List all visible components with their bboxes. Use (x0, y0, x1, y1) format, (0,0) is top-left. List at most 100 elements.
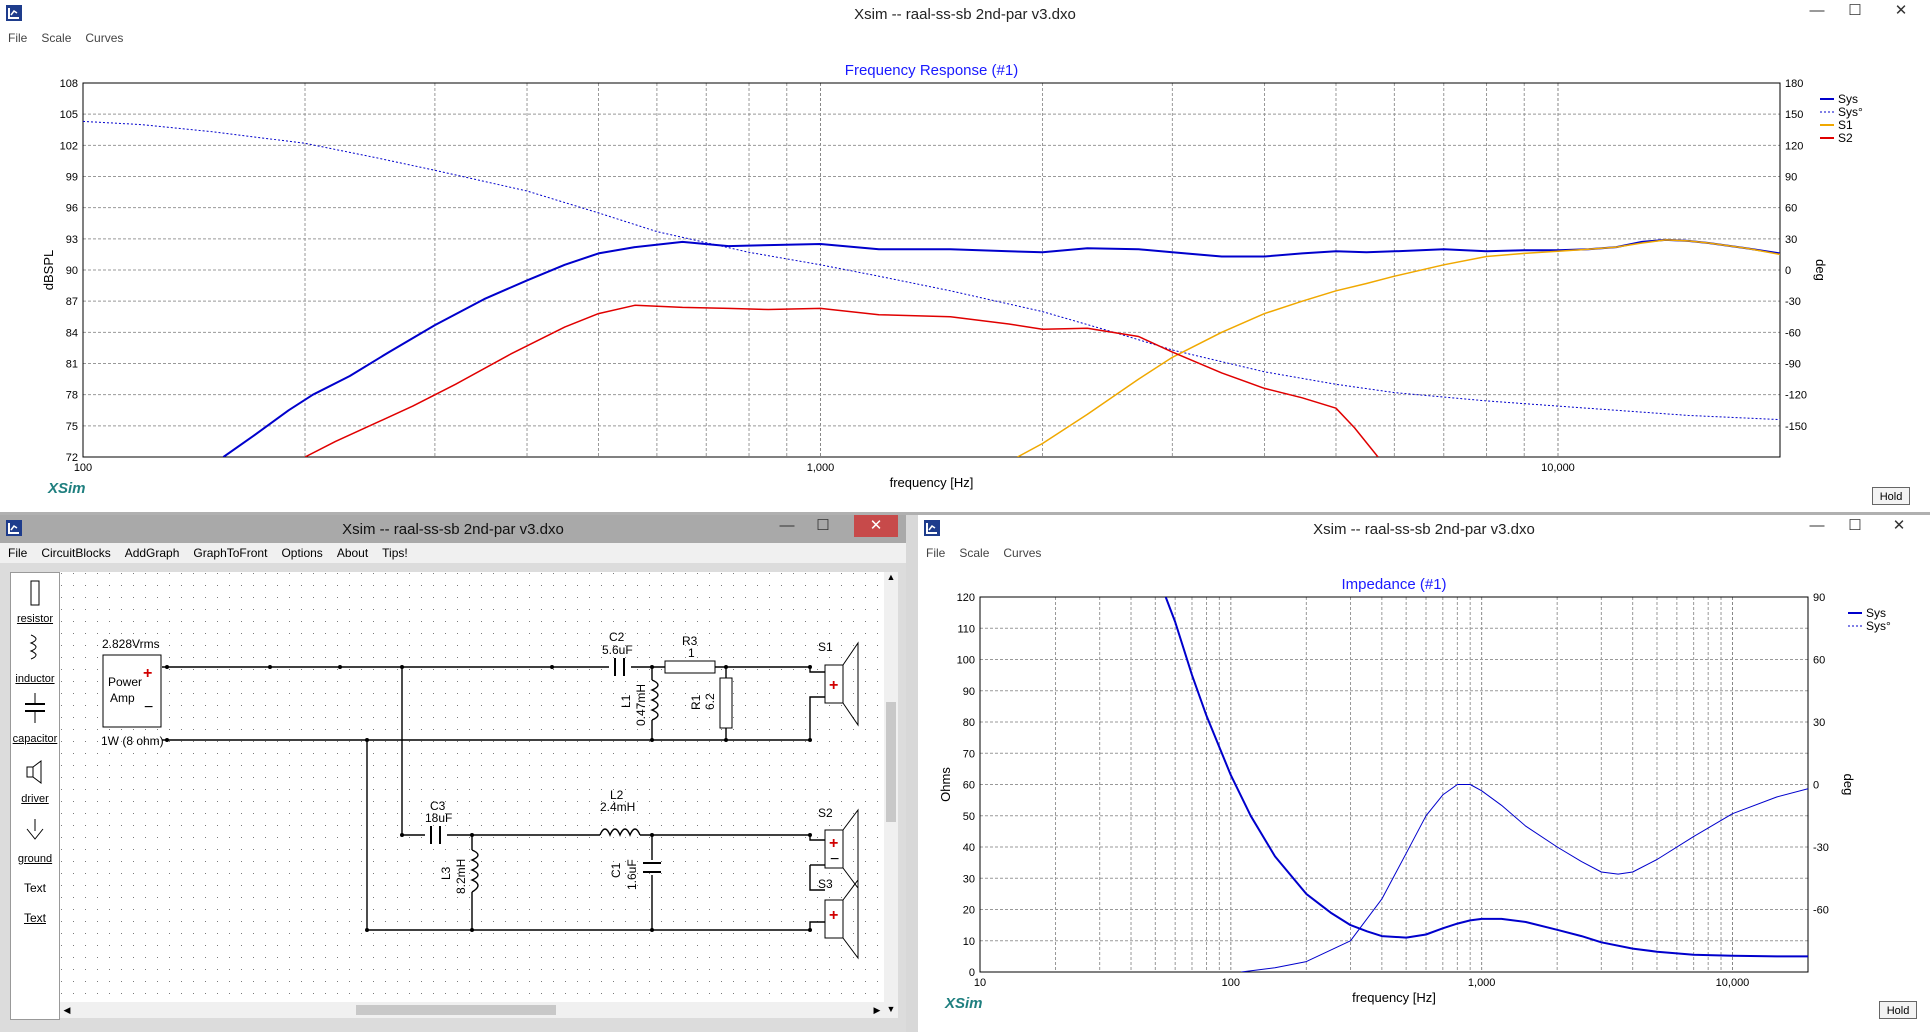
y-tick-label: 99 (66, 172, 78, 184)
palette-text-glyph[interactable]: Text (11, 881, 59, 895)
palette-text[interactable]: Text (11, 911, 59, 925)
frequency-response-chart[interactable]: Frequency Response (#1)72757881848790939… (0, 50, 1930, 510)
s3-plus: + (829, 907, 838, 924)
source-voltage-label: 2.828Vrms (102, 637, 160, 651)
legend-label: S1 (1838, 118, 1853, 132)
scroll-left-arrow[interactable]: ◀ (60, 1002, 74, 1018)
hold-button[interactable]: Hold (1872, 487, 1910, 505)
palette-inductor[interactable]: inductor (11, 673, 59, 685)
capacitor-c1[interactable] (643, 861, 661, 873)
resistor-r3[interactable] (664, 660, 716, 674)
scroll-up-arrow[interactable]: ▲ (884, 572, 898, 586)
y2-axis-label: deg (1813, 259, 1828, 281)
menu-curves[interactable]: Curves (995, 543, 1047, 560)
maximize-button[interactable]: ☐ (804, 515, 842, 537)
y-tick-label: 10 (963, 936, 975, 948)
y-axis-label: Ohms (938, 767, 953, 802)
s3-label: S3 (818, 877, 833, 891)
title-bar[interactable]: Xsim -- raal-ss-sb 2nd-par v3.dxo — ☐ ✕ (0, 0, 1930, 28)
x-tick-label: 1,000 (1468, 977, 1496, 989)
window-title: Xsim -- raal-ss-sb 2nd-par v3.dxo (1313, 521, 1535, 538)
x-tick-label: 10,000 (1541, 462, 1575, 474)
menu-file[interactable]: File (0, 28, 33, 45)
menu-scale[interactable]: Scale (951, 543, 995, 560)
maximize-button[interactable]: ☐ (1836, 515, 1874, 537)
menu-tips[interactable]: Tips! (374, 543, 414, 560)
menu-options[interactable]: Options (273, 543, 328, 560)
s2-minus: − (830, 851, 839, 868)
window-divider (906, 515, 918, 1032)
minimize-button[interactable]: — (1798, 0, 1836, 22)
y-tick-label: 84 (66, 327, 78, 339)
scroll-thumb[interactable] (886, 702, 896, 822)
source-power-label: 1W (8 ohm) (101, 734, 164, 748)
scroll-down-arrow[interactable]: ▼ (884, 1004, 898, 1018)
resistor-r1[interactable] (719, 677, 733, 729)
y-tick-label: 75 (66, 421, 78, 433)
minimize-button[interactable]: — (1798, 515, 1836, 537)
palette-driver[interactable]: driver (11, 793, 59, 805)
horizontal-scrollbar[interactable]: ◀ ▶ (60, 1002, 884, 1018)
y-tick-label: 20 (963, 905, 975, 917)
scroll-right-arrow[interactable]: ▶ (870, 1002, 884, 1018)
palette-capacitor[interactable]: capacitor (11, 733, 59, 745)
close-button[interactable]: ✕ (1882, 0, 1920, 22)
schematic-canvas[interactable]: 2.828Vrms Power Amp + − 1W (8 ohm) C2 5.… (60, 572, 898, 1018)
capacitor-c2[interactable] (609, 658, 631, 676)
x-axis-label: frequency [Hz] (1352, 990, 1436, 1005)
amp-label-line1: Power (108, 675, 142, 689)
menu-file[interactable]: File (918, 543, 951, 560)
menu-graphtofront[interactable]: GraphToFront (185, 543, 273, 560)
x-tick-label: 100 (74, 462, 92, 474)
title-bar[interactable]: Xsim -- raal-ss-sb 2nd-par v3.dxo — ☐ ✕ (918, 515, 1930, 543)
x-tick-label: 10 (974, 977, 986, 989)
menu-bar: File Scale Curves (0, 28, 1930, 48)
vertical-scrollbar[interactable]: ▲ ▼ (884, 572, 898, 1018)
menu-circuitblocks[interactable]: CircuitBlocks (33, 543, 116, 560)
l3-value: 8.2mH (454, 859, 468, 894)
impedance-window: Xsim -- raal-ss-sb 2nd-par v3.dxo — ☐ ✕ … (918, 515, 1930, 1032)
y2-tick-label: 30 (1785, 234, 1797, 246)
y2-tick-label: 60 (1785, 203, 1797, 215)
y2-tick-label: -90 (1785, 359, 1801, 371)
y2-tick-label: 180 (1785, 78, 1803, 90)
xsim-logo: XSim (945, 995, 983, 1012)
l1-value: 0.47mH (634, 684, 648, 726)
y-tick-label: 90 (66, 265, 78, 277)
component-palette: resistor inductor capacitor driver groun… (10, 572, 60, 1020)
close-button[interactable]: ✕ (1880, 515, 1918, 537)
maximize-button[interactable]: ☐ (1836, 0, 1874, 22)
x-tick-label: 100 (1222, 977, 1240, 989)
amp-plus-sign: + (143, 665, 152, 682)
title-bar[interactable]: Xsim -- raal-ss-sb 2nd-par v3.dxo — ☐ ✕ (0, 515, 906, 543)
y-tick-label: 96 (66, 203, 78, 215)
close-button[interactable]: ✕ (854, 515, 898, 537)
inductor-icon[interactable] (25, 633, 45, 663)
chart-title: Frequency Response (#1) (845, 62, 1018, 79)
ground-icon[interactable] (25, 819, 45, 843)
y2-tick-label: 0 (1813, 780, 1819, 792)
palette-resistor[interactable]: resistor (11, 613, 59, 625)
s2-label: S2 (818, 806, 833, 820)
menu-bar: File CircuitBlocks AddGraph GraphToFront Opt… (0, 543, 906, 563)
menu-scale[interactable]: Scale (33, 28, 77, 45)
hold-button[interactable]: Hold (1879, 1001, 1917, 1019)
chart-title: Impedance (#1) (1341, 576, 1446, 593)
palette-ground[interactable]: ground (11, 853, 59, 865)
resistor-icon[interactable] (27, 579, 43, 607)
impedance-chart[interactable]: Impedance (#1) 0 10 20 30 40 50 60 70 80 90 100 110 1… (918, 565, 1930, 1005)
capacitor-c3[interactable] (425, 826, 447, 844)
menu-addgraph[interactable]: AddGraph (117, 543, 186, 560)
minimize-button[interactable]: — (768, 515, 806, 537)
y-axis-label: dBSPL (41, 250, 56, 290)
menu-curves[interactable]: Curves (77, 28, 129, 45)
speaker-driver-icon[interactable] (23, 759, 47, 785)
y2-tick-label: -30 (1785, 296, 1801, 308)
menu-about[interactable]: About (329, 543, 374, 560)
menu-file[interactable]: File (0, 543, 33, 560)
frequency-response-window: Xsim -- raal-ss-sb 2nd-par v3.dxo — ☐ ✕ … (0, 0, 1930, 512)
capacitor-icon[interactable] (23, 693, 47, 723)
scroll-thumb[interactable] (356, 1005, 556, 1015)
l1-name: L1 (619, 694, 633, 708)
y-tick-label: 70 (963, 748, 975, 760)
